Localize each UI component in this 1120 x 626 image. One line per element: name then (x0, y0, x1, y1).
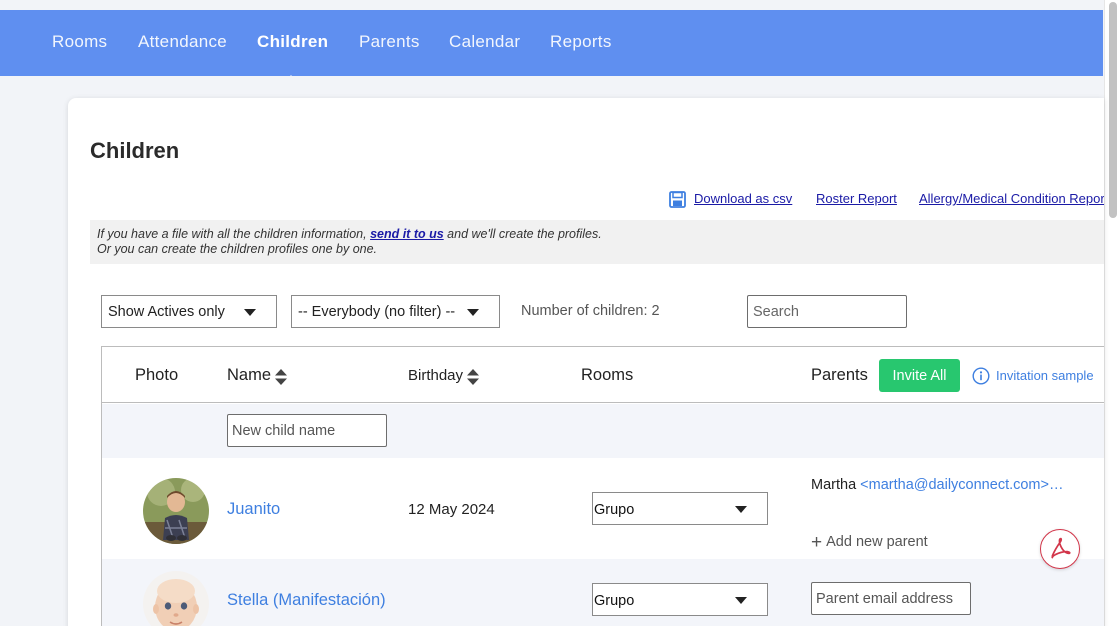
child-birthday: 12 May 2024 (408, 501, 495, 518)
child-avatar[interactable] (143, 571, 209, 626)
nav-item-parents[interactable]: Parents (359, 32, 420, 52)
status-filter-select[interactable]: Show Actives only (101, 295, 277, 328)
page-title: Children (90, 138, 180, 163)
nav-item-reports[interactable]: Reports (550, 32, 612, 52)
active-nav-indicator (282, 75, 300, 85)
header-parents: Parents (811, 366, 868, 384)
table-header: Photo Name Birthday Rooms Parents Invite… (102, 347, 1104, 403)
caret-down-icon (244, 309, 256, 316)
send-it-link[interactable]: send it to us (370, 227, 444, 241)
page-scrollbar[interactable] (1104, 0, 1120, 626)
header-name[interactable]: Name (227, 366, 271, 385)
table-row: Juanito 12 May 2024 Grupo Martha <martha… (102, 458, 1104, 559)
scrollbar-thumb[interactable] (1109, 2, 1117, 218)
info-line-1: If you have a file with all the children… (97, 227, 602, 241)
nav-item-attendance[interactable]: Attendance (138, 32, 227, 52)
caret-down-icon (467, 309, 479, 316)
room-select-value: Grupo (594, 502, 635, 518)
sort-icon[interactable] (467, 369, 479, 385)
sort-icon[interactable] (275, 369, 287, 385)
table-row: Stella (Manifestación) Grupo (102, 559, 1104, 626)
children-count: Number of children: 2 (521, 303, 660, 319)
info-line-2: Or you can create the children profiles … (97, 242, 378, 256)
search-input[interactable] (747, 295, 907, 328)
child-avatar[interactable] (143, 478, 209, 544)
header-birthday[interactable]: Birthday (408, 367, 463, 384)
pdf-icon[interactable] (1040, 529, 1080, 569)
group-filter-value: -- Everybody (no filter) -- (298, 304, 456, 320)
import-info-box: If you have a file with all the children… (90, 220, 1104, 264)
child-name-link[interactable]: Stella (Manifestación) (227, 591, 386, 610)
parent-name: Martha (811, 477, 857, 493)
report-links: Download as csv Roster Report Allergy/Me… (68, 190, 1104, 210)
children-card: Children Download as csv Roster Report A… (68, 98, 1104, 626)
top-nav: Rooms Attendance Children Parents Calend… (0, 10, 1103, 85)
child-name-link[interactable]: Juanito (227, 500, 280, 519)
parent-email-input[interactable] (811, 582, 971, 615)
download-csv-link[interactable]: Download as csv (694, 191, 792, 206)
add-parent-label: Add new parent (826, 534, 928, 550)
plus-icon: + (811, 532, 823, 553)
invitation-sample-link[interactable]: Invitation sample (996, 368, 1094, 383)
status-filter-value: Show Actives only (108, 304, 225, 320)
info-icon[interactable] (972, 367, 990, 385)
nav-item-calendar[interactable]: Calendar (449, 32, 520, 52)
children-table: Photo Name Birthday Rooms Parents Invite… (101, 346, 1104, 626)
roster-report-link[interactable]: Roster Report (816, 191, 897, 206)
room-select[interactable]: Grupo (592, 583, 768, 616)
nav-item-children[interactable]: Children (257, 32, 328, 52)
invite-all-button[interactable]: Invite All (879, 359, 960, 392)
add-parent-button[interactable]: + Add new parent (811, 532, 928, 554)
new-child-name-input[interactable] (227, 414, 387, 447)
caret-down-icon (735, 506, 747, 513)
room-select-value: Grupo (594, 593, 635, 609)
header-rooms: Rooms (581, 366, 634, 384)
group-filter-select[interactable]: -- Everybody (no filter) -- (291, 295, 500, 328)
caret-down-icon (735, 597, 747, 604)
parent-email-link[interactable]: <martha@dailyconnect.com>… (860, 477, 1063, 493)
room-select[interactable]: Grupo (592, 492, 768, 525)
header-photo: Photo (135, 366, 179, 384)
allergy-report-link[interactable]: Allergy/Medical Condition Report (919, 191, 1104, 206)
parent-entry: Martha <martha@dailyconnect.com>… (811, 477, 1063, 493)
new-child-row (102, 404, 1104, 458)
nav-item-rooms[interactable]: Rooms (52, 32, 107, 52)
